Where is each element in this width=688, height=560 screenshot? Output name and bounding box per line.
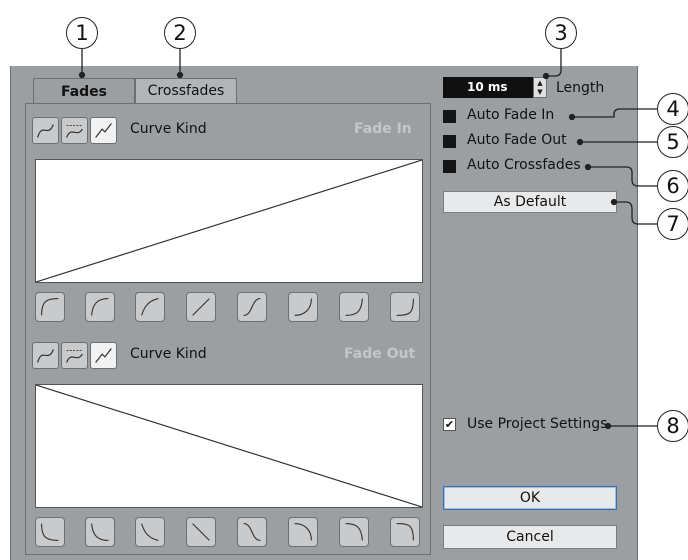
callout-leaders (78, 49, 657, 430)
